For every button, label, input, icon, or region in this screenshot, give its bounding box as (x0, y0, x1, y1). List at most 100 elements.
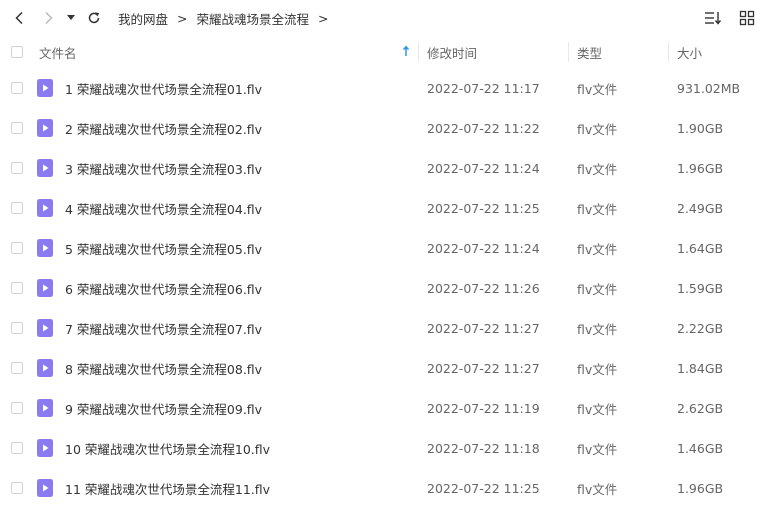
file-name: 6 荣耀战魂次世代场景全流程06.flv (65, 281, 263, 297)
file-type: flv文件 (577, 401, 618, 417)
file-size: 2.22GB (677, 320, 724, 336)
breadcrumb: 我的网盘 > 荣耀战魂场景全流程 > (118, 0, 338, 36)
video-file-icon (37, 359, 53, 377)
file-modified-time: 2022-07-22 11:25 (427, 480, 540, 496)
row-checkbox[interactable] (11, 242, 23, 254)
column-header-type[interactable]: 类型 (569, 38, 667, 66)
view-controls (701, 6, 759, 30)
video-file-icon (37, 399, 53, 417)
file-size: 2.49GB (677, 200, 724, 216)
file-modified-time: 2022-07-22 11:25 (427, 200, 540, 216)
row-checkbox[interactable] (11, 322, 23, 334)
file-name: 11 荣耀战魂次世代场景全流程11.flv (65, 481, 271, 497)
caret-down-icon (67, 15, 75, 20)
file-row[interactable]: 2 荣耀战魂次世代场景全流程02.flv 2022-07-22 11:22 flv文… (0, 108, 767, 148)
row-checkbox[interactable] (11, 282, 23, 294)
back-button[interactable] (7, 5, 33, 31)
history-dropdown-button[interactable] (62, 5, 80, 31)
file-type: flv文件 (577, 121, 618, 137)
file-modified-time: 2022-07-22 11:24 (427, 160, 540, 176)
breadcrumb-separator[interactable]: > (318, 11, 328, 26)
video-file-icon (37, 319, 53, 337)
file-modified-time: 2022-07-22 11:26 (427, 280, 540, 296)
video-file-icon (37, 239, 53, 257)
file-row[interactable]: 8 荣耀战魂次世代场景全流程08.flv 2022-07-22 11:27 flv文… (0, 348, 767, 388)
file-modified-time: 2022-07-22 11:24 (427, 240, 540, 256)
sort-ascending-icon[interactable] (402, 45, 410, 57)
column-header-name-label: 文件名 (39, 45, 77, 61)
file-name: 5 荣耀战魂次世代场景全流程05.flv (65, 241, 263, 257)
file-row[interactable]: 10 荣耀战魂次世代场景全流程10.flv 2022-07-22 11:18 flv… (0, 428, 767, 468)
video-file-icon (37, 439, 53, 457)
column-header-name[interactable]: 文件名 (39, 38, 417, 66)
file-modified-time: 2022-07-22 11:27 (427, 360, 540, 376)
refresh-icon (88, 12, 100, 24)
file-size: 1.59GB (677, 280, 724, 296)
file-name: 7 荣耀战魂次世代场景全流程07.flv (65, 321, 263, 337)
file-row[interactable]: 4 荣耀战魂次世代场景全流程04.flv 2022-07-22 11:25 flv文… (0, 188, 767, 228)
file-type: flv文件 (577, 481, 618, 497)
row-checkbox[interactable] (11, 402, 23, 414)
file-type: flv文件 (577, 201, 618, 217)
chevron-left-icon (15, 11, 23, 25)
chevron-right-icon (45, 11, 53, 25)
column-header-size[interactable]: 大小 (669, 38, 767, 66)
row-checkbox[interactable] (11, 482, 23, 494)
row-checkbox[interactable] (11, 122, 23, 134)
video-file-icon (37, 479, 53, 497)
file-type: flv文件 (577, 361, 618, 377)
row-checkbox[interactable] (11, 82, 23, 94)
file-name: 10 荣耀战魂次世代场景全流程10.flv (65, 441, 271, 457)
file-row[interactable]: 11 荣耀战魂次世代场景全流程11.flv 2022-07-22 11:25 flv… (0, 468, 767, 508)
file-row[interactable]: 6 荣耀战魂次世代场景全流程06.flv 2022-07-22 11:26 flv文… (0, 268, 767, 308)
sort-view-button[interactable] (701, 6, 725, 30)
file-name: 1 荣耀战魂次世代场景全流程01.flv (65, 81, 263, 97)
file-modified-time: 2022-07-22 11:17 (427, 80, 540, 96)
sort-list-icon (705, 12, 722, 25)
select-all-checkbox[interactable] (11, 46, 23, 58)
file-size: 1.46GB (677, 440, 724, 456)
column-header-mtime-label: 修改时间 (427, 45, 478, 61)
file-modified-time: 2022-07-22 11:27 (427, 320, 540, 336)
file-type: flv文件 (577, 81, 618, 97)
row-checkbox[interactable] (11, 362, 23, 374)
file-row[interactable]: 9 荣耀战魂次世代场景全流程09.flv 2022-07-22 11:19 flv文… (0, 388, 767, 428)
video-file-icon (37, 159, 53, 177)
file-row[interactable]: 3 荣耀战魂次世代场景全流程03.flv 2022-07-22 11:24 flv文… (0, 148, 767, 188)
file-size: 1.84GB (677, 360, 724, 376)
file-modified-time: 2022-07-22 11:22 (427, 120, 540, 136)
file-size: 1.64GB (677, 240, 724, 256)
file-name: 8 荣耀战魂次世代场景全流程08.flv (65, 361, 263, 377)
file-name: 9 荣耀战魂次世代场景全流程09.flv (65, 401, 263, 417)
file-row[interactable]: 5 荣耀战魂次世代场景全流程05.flv 2022-07-22 11:24 flv文… (0, 228, 767, 268)
file-size: 2.62GB (677, 400, 724, 416)
file-type: flv文件 (577, 161, 618, 177)
video-file-icon (37, 279, 53, 297)
file-name: 3 荣耀战魂次世代场景全流程03.flv (65, 161, 263, 177)
file-size: 1.96GB (677, 480, 724, 496)
file-manager-window: 我的网盘 > 荣耀战魂场景全流程 > 文件名 修改时间 类型 大小 1 荣耀战魂… (0, 0, 767, 509)
row-checkbox[interactable] (11, 162, 23, 174)
forward-button[interactable] (35, 5, 61, 31)
breadcrumb-separator: > (177, 10, 188, 26)
row-checkbox[interactable] (11, 202, 23, 214)
file-type: flv文件 (577, 241, 618, 257)
grid-view-button[interactable] (735, 6, 759, 30)
file-type: flv文件 (577, 441, 618, 457)
file-row[interactable]: 1 荣耀战魂次世代场景全流程01.flv 2022-07-22 11:17 flv文… (0, 68, 767, 108)
file-row[interactable]: 7 荣耀战魂次世代场景全流程07.flv 2022-07-22 11:27 flv文… (0, 308, 767, 348)
file-size: 1.90GB (677, 120, 724, 136)
refresh-button[interactable] (81, 5, 107, 31)
toolbar: 我的网盘 > 荣耀战魂场景全流程 > (0, 0, 767, 36)
file-type: flv文件 (577, 321, 618, 337)
breadcrumb-item-root[interactable]: 我的网盘 (118, 9, 168, 28)
file-type: flv文件 (577, 281, 618, 297)
file-list: 1 荣耀战魂次世代场景全流程01.flv 2022-07-22 11:17 flv文… (0, 68, 767, 508)
column-header-size-label: 大小 (677, 45, 703, 61)
column-header-mtime[interactable]: 修改时间 (419, 38, 567, 66)
breadcrumb-item-current[interactable]: 荣耀战魂场景全流程 (197, 9, 310, 28)
file-size: 1.96GB (677, 160, 724, 176)
grid-view-icon (739, 10, 755, 26)
file-modified-time: 2022-07-22 11:18 (427, 440, 540, 456)
row-checkbox[interactable] (11, 442, 23, 454)
